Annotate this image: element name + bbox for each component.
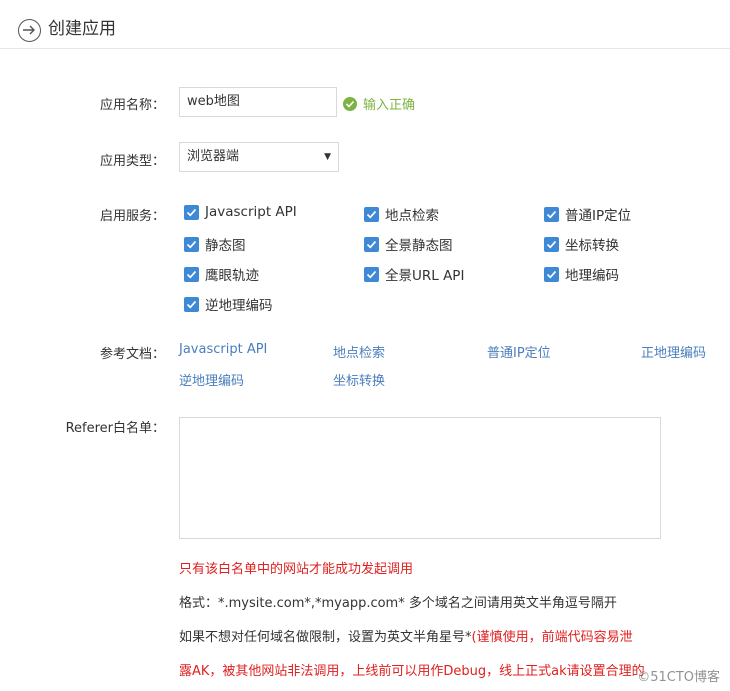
checkbox-checked-icon[interactable] [184,204,199,220]
no-limit-note: 如果不想对任何域名做限制，设置为英文半角星号*(谨慎使用，前端代码容易泄 [179,626,633,645]
checkbox-checked-icon[interactable] [544,236,559,252]
page-header: 创建应用 [0,0,730,49]
service-static-map[interactable]: 静态图 [184,234,246,254]
service-coord-convert[interactable]: 坐标转换 [544,234,619,254]
service-place-search[interactable]: 地点检索 [364,204,439,224]
validation-text: 输入正确 [363,98,416,113]
services-label: 启用服务： [99,209,165,224]
app-name-label: 应用名称： [99,98,165,113]
checkbox-checked-icon[interactable] [184,296,199,312]
service-label: 地理编码 [565,268,619,284]
doc-link-ip-location[interactable]: 普通IP定位 [487,342,551,361]
service-panorama-url[interactable]: 全景URL API [364,264,464,284]
checkbox-checked-icon[interactable] [544,206,559,222]
doc-link-javascript-api[interactable]: Javascript API [179,342,267,357]
service-label: Javascript API [205,204,297,220]
service-label: 坐标转换 [565,238,619,254]
whitelist-note: 只有该白名单中的网站才能成功发起调用 [179,562,414,577]
check-circle-icon [343,96,357,111]
caret-down-icon: ▼ [324,152,331,162]
referer-whitelist-textarea[interactable] [179,417,661,539]
checkbox-checked-icon[interactable] [364,236,379,252]
service-label: 全景静态图 [385,238,453,254]
checkbox-checked-icon[interactable] [184,236,199,252]
app-type-label: 应用类型： [99,154,165,169]
service-panorama-static[interactable]: 全景静态图 [364,234,453,254]
service-label: 静态图 [205,238,246,254]
watermark: ©51CTO博客 [637,670,720,685]
service-geocoding[interactable]: 地理编码 [544,264,619,284]
format-note: 格式：*.mysite.com*,*myapp.com* 多个域名之间请用英文半… [179,596,617,611]
app-type-value: 浏览器端 [187,149,240,164]
checkbox-checked-icon[interactable] [544,266,559,282]
service-label: 全景URL API [385,268,465,284]
checkbox-checked-icon[interactable] [364,206,379,222]
doc-link-coord-convert[interactable]: 坐标转换 [333,370,385,389]
doc-link-place-search[interactable]: 地点检索 [333,342,385,361]
checkbox-checked-icon[interactable] [364,266,379,282]
no-limit-prefix: 如果不想对任何域名做限制，设置为英文半角星号* [179,630,472,645]
doc-link-reverse-geocoding[interactable]: 逆地理编码 [179,370,244,389]
page-title: 创建应用 [48,19,116,39]
service-label: 逆地理编码 [205,298,273,314]
validation-status: 输入正确 [343,94,415,113]
service-label: 地点检索 [385,208,439,224]
docs-label: 参考文档： [99,347,165,362]
doc-link-geocoding[interactable]: 正地理编码 [641,342,706,361]
referer-label: Referer白名单： [65,421,165,436]
service-label: 鹰眼轨迹 [205,268,259,284]
leak-warning-note: 露AK，被其他网站非法调用，上线前可以用作Debug，线上正式ak请设置合理的 [179,664,645,679]
app-name-input[interactable]: web地图 [179,87,337,117]
back-arrow-icon[interactable] [18,19,41,42]
app-type-select[interactable]: 浏览器端 ▼ [179,142,339,172]
no-limit-warning: (谨慎使用，前端代码容易泄 [471,630,633,645]
service-ip-location[interactable]: 普通IP定位 [544,204,631,224]
checkbox-checked-icon[interactable] [184,266,199,282]
service-label: 普通IP定位 [565,208,632,224]
service-javascript-api[interactable]: Javascript API [184,204,297,220]
service-eagle-track[interactable]: 鹰眼轨迹 [184,264,259,284]
service-reverse-geocoding[interactable]: 逆地理编码 [184,294,273,314]
